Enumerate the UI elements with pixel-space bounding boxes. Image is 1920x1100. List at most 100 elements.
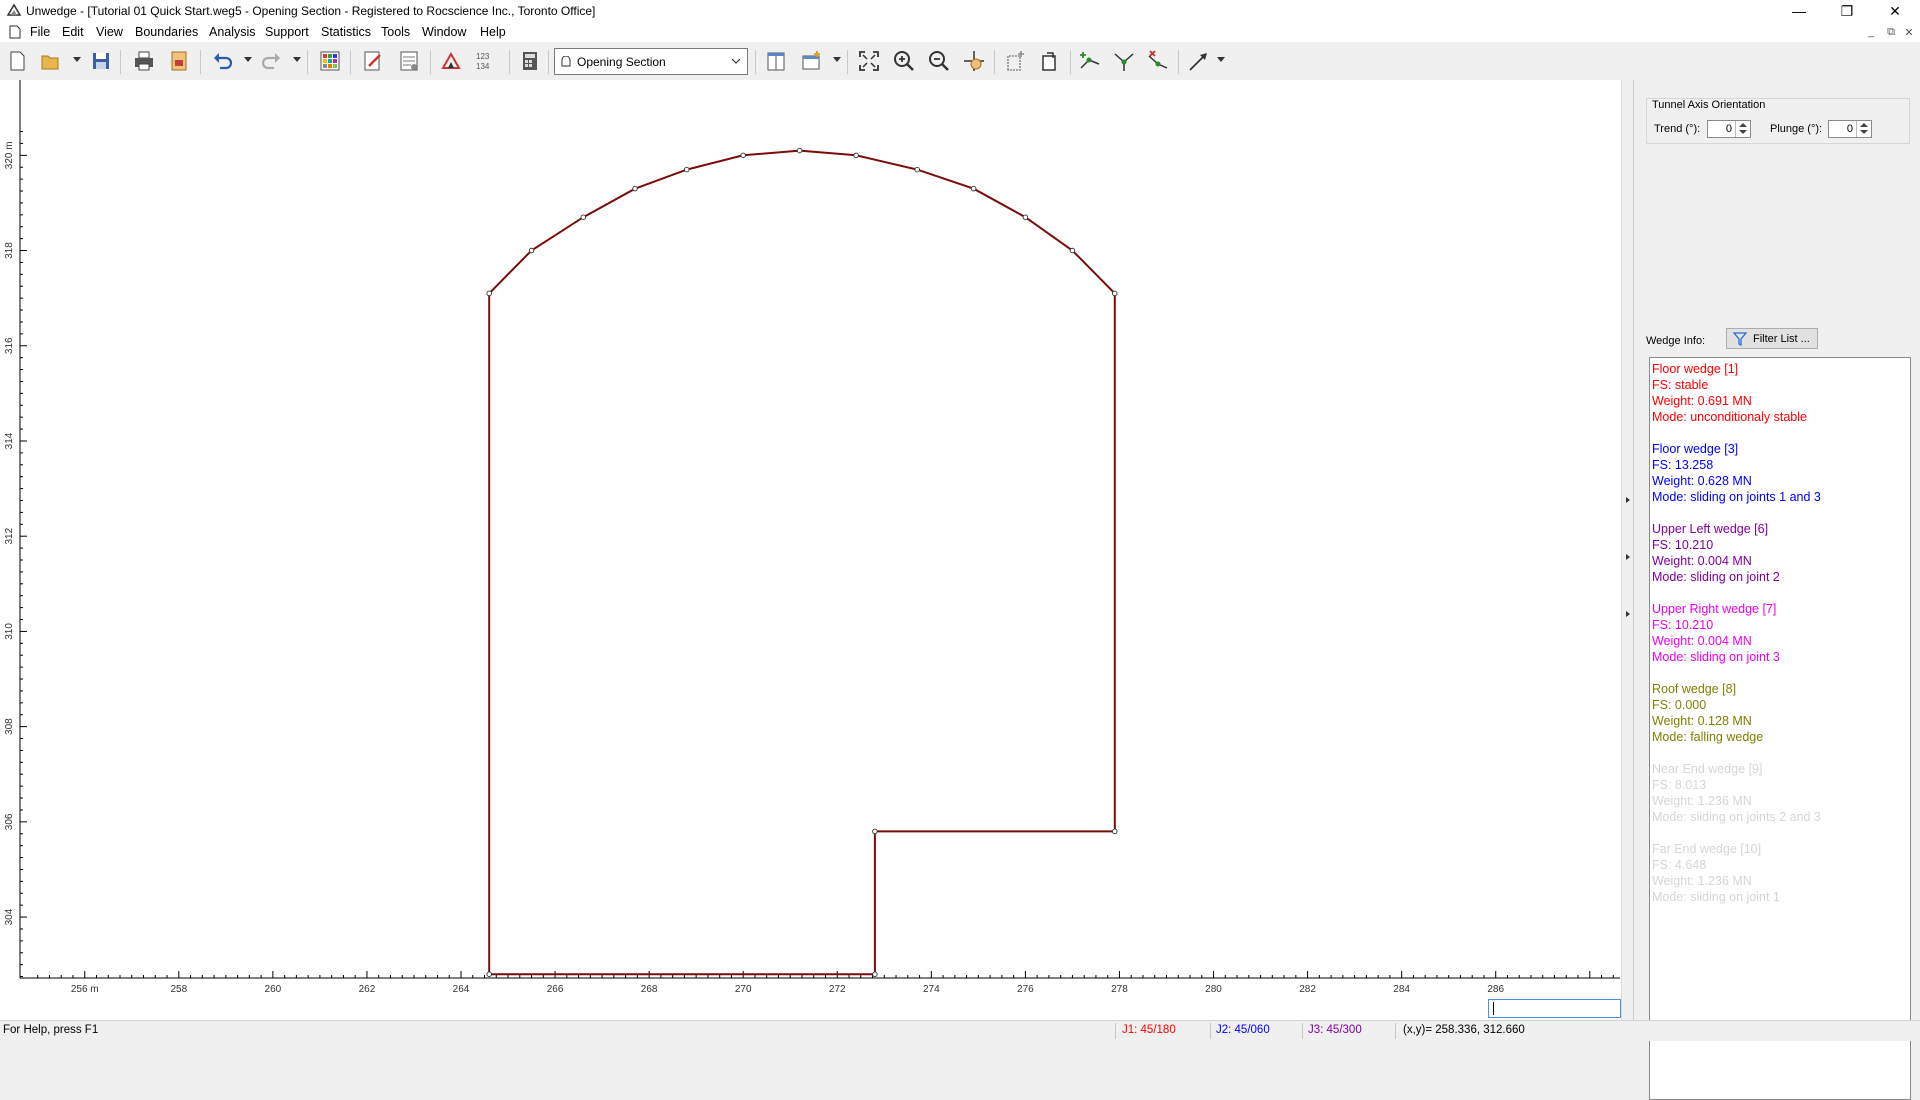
svg-text:123: 123 — [476, 52, 490, 61]
x-tick-label: 286 — [1487, 984, 1504, 995]
wedge-info-list[interactable]: Floor wedge [1] FS: stable Weight: 0.691 M… — [1649, 357, 1911, 1100]
wedge-entry[interactable]: Upper Right wedge [7] FS: 10.210 Weight: 0… — [1652, 601, 1908, 665]
filter-funnel-icon — [1733, 332, 1747, 346]
add-vertex-button[interactable] — [1077, 48, 1103, 74]
zoom-in-button[interactable] — [891, 48, 917, 74]
wedge-entry[interactable]: Far End wedge [10] FS: 4.648 Weight: 1.236… — [1652, 841, 1908, 905]
menu-view[interactable]: View — [96, 25, 123, 39]
boundary-vertex[interactable] — [684, 166, 690, 173]
pan-hand-icon — [964, 51, 984, 71]
boundary-vertex[interactable] — [1112, 828, 1118, 835]
menu-support[interactable]: Support — [265, 25, 309, 39]
boundary-vertex[interactable] — [1022, 214, 1029, 220]
wedge-name: Upper Right wedge [7] — [1652, 602, 1777, 616]
project-settings-button[interactable] — [317, 48, 343, 74]
delete-vertex-button[interactable] — [1145, 48, 1171, 74]
new-file-button[interactable] — [4, 48, 30, 74]
spin-up-icon[interactable] — [1739, 123, 1747, 127]
boundary-vertex[interactable] — [970, 185, 977, 192]
trend-spin-buttons[interactable] — [1735, 121, 1750, 137]
trend-value: 0 — [1725, 123, 1732, 135]
annotate-dropdown-arrow[interactable] — [1217, 57, 1225, 62]
boundary-vertex[interactable] — [486, 290, 492, 297]
menu-window[interactable]: Window — [422, 25, 466, 39]
coordinate-input[interactable] — [1488, 999, 1621, 1018]
redo-dropdown-arrow[interactable] — [293, 57, 301, 62]
support-properties-button[interactable] — [396, 48, 422, 74]
zoom-extents-icon — [859, 51, 879, 71]
calculator-icon — [523, 52, 537, 70]
redo-button[interactable] — [258, 48, 284, 74]
wedge-entry[interactable]: Floor wedge [3] FS: 13.258 Weight: 0.628 M… — [1652, 441, 1908, 505]
input-data-button[interactable] — [360, 48, 386, 74]
undo-button[interactable] — [210, 48, 236, 74]
save-button[interactable] — [88, 48, 114, 74]
print-button[interactable] — [131, 48, 157, 74]
tunnel-axis-title: Tunnel Axis Orientation — [1650, 99, 1768, 111]
menu-boundaries[interactable]: Boundaries — [135, 25, 198, 39]
mdi-minimize-button[interactable]: _ — [1862, 26, 1880, 38]
menu-file[interactable]: File — [30, 25, 50, 39]
undo-dropdown-arrow[interactable] — [244, 57, 252, 62]
zoom-all-button[interactable] — [856, 48, 882, 74]
spin-up-icon[interactable] — [1860, 123, 1868, 127]
add-boundary-button[interactable] — [1002, 48, 1028, 74]
boundary-vertex[interactable] — [1069, 247, 1076, 254]
new-window-dropdown-arrow[interactable] — [833, 57, 841, 62]
boundary-vertex[interactable] — [580, 214, 587, 220]
wedge-entry[interactable]: Roof wedge [8] FS: 0.000 Weight: 0.128 MN M… — [1652, 681, 1908, 745]
menu-statistics[interactable]: Statistics — [321, 25, 371, 39]
report-button[interactable] — [166, 48, 192, 74]
new-window-button[interactable] — [799, 48, 825, 74]
mdi-close-button[interactable]: ✕ — [1900, 26, 1918, 39]
menu-analysis[interactable]: Analysis — [209, 25, 256, 39]
boundary-vertex[interactable] — [528, 247, 535, 254]
boundary-vertex[interactable] — [872, 828, 878, 835]
boundary-vertex[interactable] — [1112, 290, 1118, 297]
drawing-canvas[interactable]: 256 m 258 260 262 264 266 268 270 272 274 276 278 28… — [0, 80, 1628, 1020]
collapse-arrow-icon[interactable] — [1626, 554, 1630, 560]
wedge-fs: FS: 10.210 — [1652, 538, 1714, 552]
boundary-vertex[interactable] — [853, 152, 859, 159]
spin-down-icon[interactable] — [1739, 130, 1747, 134]
view-selector-combobox[interactable]: Opening Section — [554, 48, 748, 75]
boundary-vertex[interactable] — [872, 971, 878, 977]
wedge-entry[interactable]: Upper Left wedge [6] FS: 10.210 Weight: 0.… — [1652, 521, 1908, 585]
open-file-button[interactable] — [38, 48, 64, 74]
menu-tools[interactable]: Tools — [381, 25, 410, 39]
collapse-arrow-icon[interactable] — [1626, 611, 1630, 617]
plunge-spin-buttons[interactable] — [1856, 121, 1871, 137]
close-button[interactable]: ✕ — [1872, 0, 1918, 22]
boundary-vertex[interactable] — [740, 152, 746, 159]
tile-vertical-button[interactable] — [763, 48, 789, 74]
spin-down-icon[interactable] — [1860, 130, 1868, 134]
mdi-restore-button[interactable]: ⧉ — [1882, 26, 1900, 39]
combination-button[interactable]: 123 134 — [474, 48, 500, 74]
compute-button[interactable] — [438, 48, 464, 74]
info-viewer-button[interactable] — [517, 48, 543, 74]
pan-button[interactable] — [961, 48, 987, 74]
vertex-add-icon — [1080, 52, 1100, 69]
open-dropdown-arrow[interactable] — [73, 57, 81, 62]
edit-boundary-button[interactable] — [1037, 48, 1063, 74]
document-icon[interactable] — [9, 25, 21, 39]
annotate-arrow-button[interactable] — [1186, 48, 1212, 74]
menu-help[interactable]: Help — [480, 25, 506, 39]
plunge-value: 0 — [1846, 123, 1853, 135]
wedge-entry[interactable]: Near End wedge [9] FS: 8.013 Weight: 1.236… — [1652, 761, 1908, 825]
boundary-vertex[interactable] — [632, 185, 638, 192]
restore-button[interactable]: ❐ — [1824, 0, 1870, 22]
collapse-arrow-icon[interactable] — [1626, 497, 1630, 503]
boundary-vertex[interactable] — [796, 147, 803, 154]
boundary-vertex[interactable] — [486, 971, 492, 977]
zoom-out-button[interactable] — [926, 48, 952, 74]
menu-edit[interactable]: Edit — [62, 25, 84, 39]
filter-list-button[interactable]: Filter List ... — [1726, 328, 1818, 349]
wedge-entry[interactable]: Floor wedge [1] FS: stable Weight: 0.691 M… — [1652, 361, 1908, 425]
plunge-spinner[interactable]: 0 — [1828, 120, 1872, 138]
trend-spinner[interactable]: 0 — [1707, 120, 1751, 138]
minimize-button[interactable]: — — [1776, 0, 1822, 22]
move-vertex-button[interactable] — [1111, 48, 1137, 74]
opening-section-plot[interactable]: 256 m 258 260 262 264 266 268 270 272 274 276 278 28… — [0, 80, 1621, 1020]
boundary-vertex[interactable] — [914, 166, 920, 173]
